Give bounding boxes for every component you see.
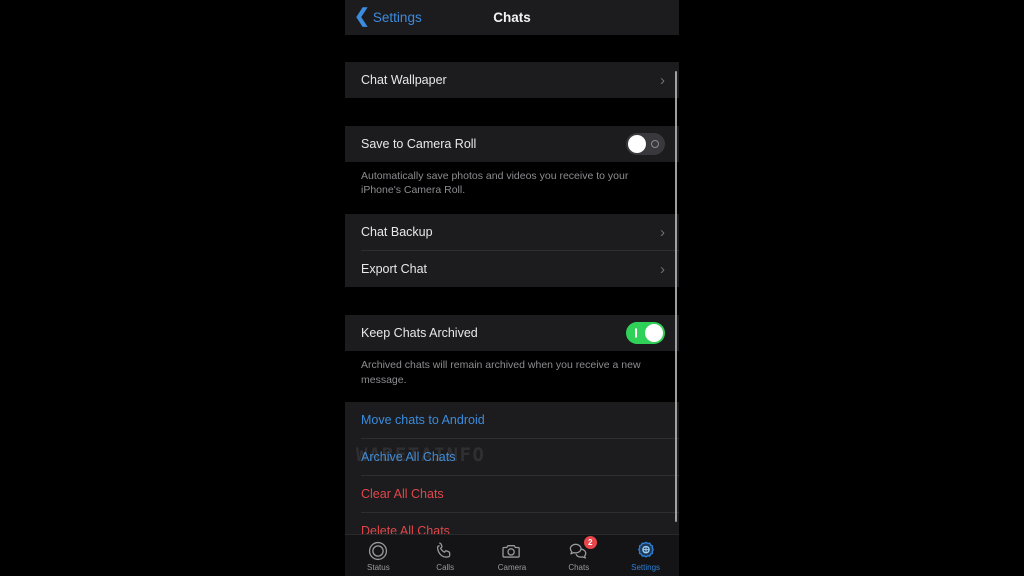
phone-icon: [434, 540, 456, 562]
tab-status[interactable]: Status: [345, 535, 412, 576]
chevron-right-icon: ›: [660, 223, 665, 241]
row-save-to-camera-roll[interactable]: Save to Camera Roll: [345, 126, 679, 162]
phone-screen: ❮ Settings Chats Chat Wallpaper › Save t…: [345, 0, 679, 576]
chevron-right-icon: ›: [660, 260, 665, 278]
chevron-left-icon: ❮: [354, 6, 370, 27]
row-export-chat[interactable]: Export Chat ›: [345, 251, 679, 288]
row-save-to-camera-roll-label: Save to Camera Roll: [361, 137, 477, 151]
tab-chats[interactable]: 2 Chats: [545, 535, 612, 576]
row-chat-backup-label: Chat Backup: [361, 225, 433, 240]
gear-icon: [635, 540, 657, 562]
chat-bubbles-icon: 2: [568, 535, 597, 562]
action-archive-all-chats[interactable]: Archive All Chats: [345, 438, 679, 475]
toggle-keep-chats-archived[interactable]: [626, 322, 665, 345]
toggle-knob: [628, 135, 646, 153]
row-chat-wallpaper[interactable]: Chat Wallpaper ›: [345, 62, 679, 98]
tab-camera[interactable]: Camera: [479, 535, 546, 576]
row-export-chat-label: Export Chat: [361, 262, 428, 277]
toggle-save-to-camera-roll[interactable]: [626, 133, 665, 155]
chats-unread-badge: 2: [583, 535, 597, 549]
row-keep-chats-archived-label: Keep Chats Archived: [361, 326, 478, 341]
tab-calls-label: Calls: [436, 562, 455, 572]
row-chat-backup[interactable]: Chat Backup ›: [345, 214, 679, 251]
action-delete-all-chats[interactable]: Delete All Chats: [345, 512, 679, 534]
tab-calls[interactable]: Calls: [412, 535, 479, 576]
chevron-right-icon: ›: [660, 71, 665, 89]
row-chat-wallpaper-label: Chat Wallpaper: [361, 73, 447, 87]
toggle-off-mark-icon: [651, 140, 659, 148]
back-button[interactable]: ❮ Settings: [354, 6, 422, 27]
screenshot-canvas: ❮ Settings Chats Chat Wallpaper › Save t…: [0, 0, 1024, 576]
tab-chats-label: Chats: [568, 562, 590, 572]
action-clear-all-chats[interactable]: Clear All Chats: [345, 475, 679, 512]
toggle-knob: [645, 324, 663, 343]
action-move-chats-to-android[interactable]: Move chats to Android: [345, 401, 679, 438]
spacer-1: [345, 98, 679, 126]
tab-settings-label: Settings: [631, 562, 661, 572]
bottom-tab-bar: Status Calls Camera 2 Chats Settings: [345, 534, 679, 576]
vertical-scrollbar[interactable]: [675, 71, 677, 522]
status-rings-icon: [367, 540, 389, 562]
section-camera-roll: Save to Camera Roll: [345, 126, 679, 162]
settings-scroll-area[interactable]: Chat Wallpaper › Save to Camera Roll Aut…: [345, 35, 679, 534]
camera-icon: [501, 540, 523, 562]
footnote-archive: Archived chats will remain archived when…: [345, 351, 679, 396]
tab-status-label: Status: [367, 562, 390, 572]
navigation-bar: ❮ Settings Chats: [345, 0, 679, 35]
toggle-on-mark-icon: [635, 328, 637, 338]
section-archive: Keep Chats Archived: [345, 315, 679, 352]
tab-settings[interactable]: Settings: [612, 535, 679, 576]
section-wallpaper: Chat Wallpaper ›: [345, 62, 679, 98]
tab-camera-label: Camera: [497, 562, 527, 572]
back-button-label: Settings: [372, 10, 422, 25]
footnote-camera-roll: Automatically save photos and videos you…: [345, 162, 679, 207]
spacer-3: [345, 287, 679, 316]
row-keep-chats-archived[interactable]: Keep Chats Archived: [345, 315, 679, 352]
spacer-top: [345, 35, 679, 62]
section-actions: Move chats to Android Archive All Chats …: [345, 401, 679, 534]
spacer-2: [345, 206, 679, 215]
section-backup: Chat Backup › Export Chat ›: [345, 214, 679, 288]
